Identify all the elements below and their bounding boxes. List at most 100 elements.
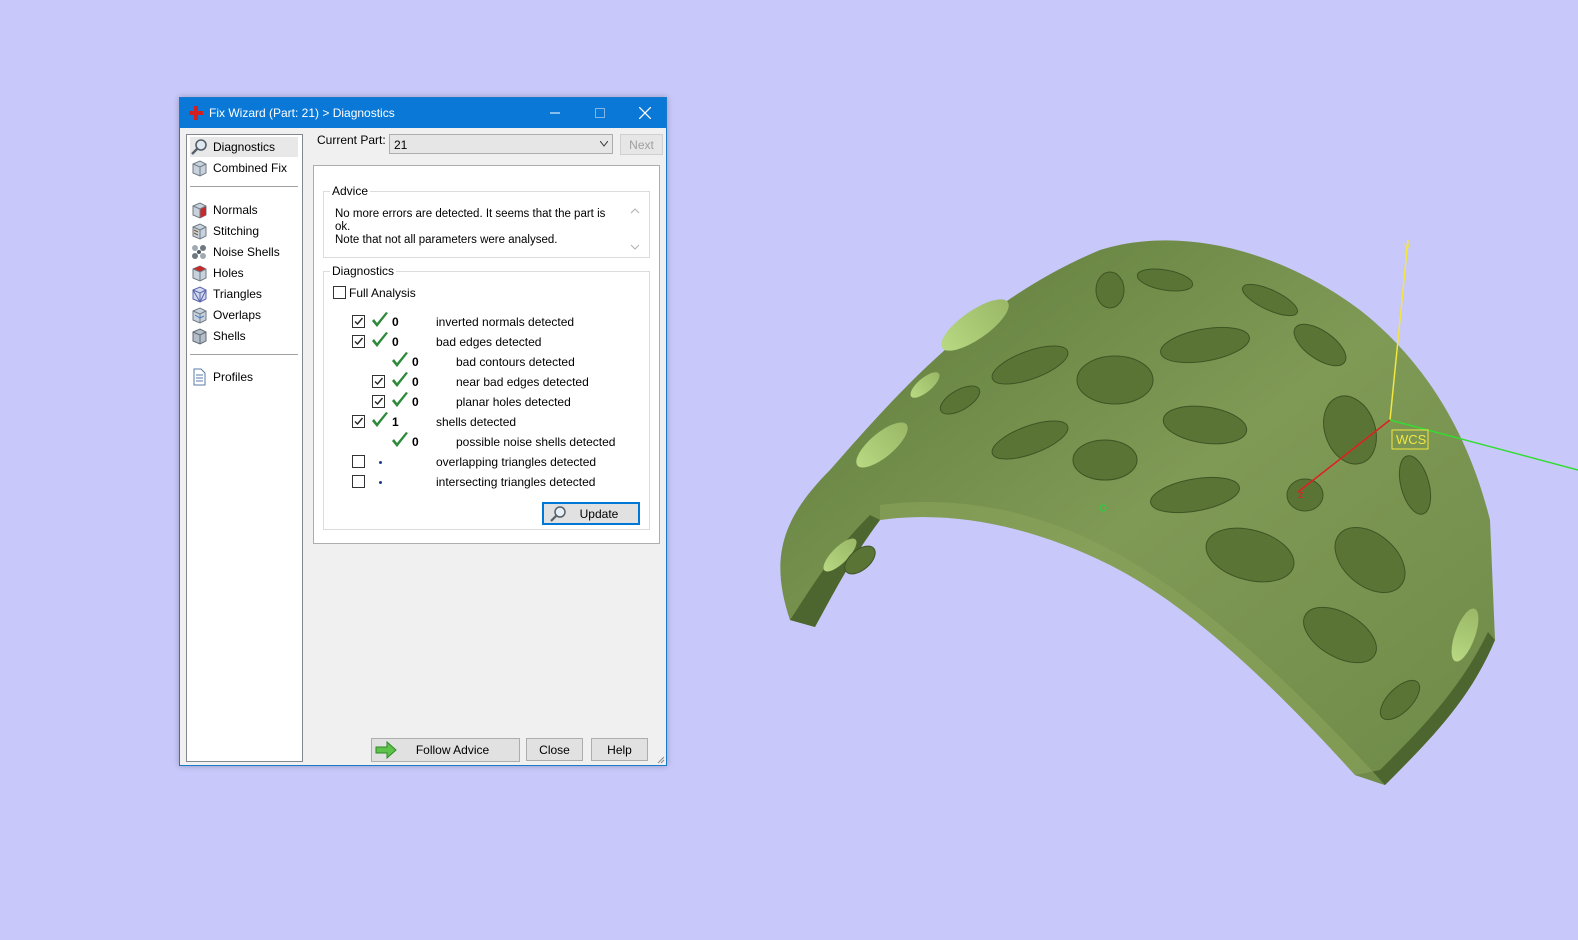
diagnostic-count: 0 [412, 355, 419, 369]
current-part-label: Current Part: [317, 133, 386, 147]
diagnostic-checkbox[interactable] [352, 415, 365, 428]
axis-y-label: y [1404, 239, 1410, 253]
sidebar-item-label: Stitching [213, 224, 260, 238]
cube-icon [192, 160, 207, 177]
follow-advice-button[interactable]: Follow Advice [371, 738, 520, 762]
diagnostic-label: planar holes detected [456, 395, 571, 409]
diagnostics-group-title: Diagnostics [330, 264, 397, 278]
chevron-down-icon [600, 141, 608, 147]
wizard-sidebar: Diagnostics Combined Fix Normals Stitchi… [186, 134, 303, 762]
close-window-button[interactable] [622, 98, 667, 128]
advice-scrollbar[interactable] [629, 206, 641, 252]
sidebar-item-shells[interactable]: Shells [190, 326, 298, 346]
fix-wizard-window[interactable]: Fix Wizard (Part: 21) > Diagnostics Diag… [179, 97, 667, 766]
diagnostic-count: 1 [392, 415, 399, 429]
minimize-button[interactable] [532, 98, 577, 128]
diagnostic-checkbox[interactable] [352, 475, 365, 488]
sidebar-item-label: Profiles [213, 370, 254, 384]
sidebar-separator [190, 354, 298, 355]
sidebar-item-label: Noise Shells [213, 245, 280, 259]
diagnostic-count: 0 [392, 315, 399, 329]
sidebar-item-triangles[interactable]: Triangles [190, 284, 298, 304]
sidebar-item-normals[interactable]: Normals [190, 200, 298, 220]
sidebar-item-noise-shells[interactable]: Noise Shells [190, 242, 298, 262]
diagnostic-checkbox[interactable] [352, 315, 365, 328]
magnifier-icon [191, 139, 207, 155]
diagnostics-group: Diagnostics Full Analysis 0 inverted norm… [323, 264, 650, 530]
normals-cube-icon [192, 202, 207, 219]
diagnostic-checkbox[interactable] [372, 395, 385, 408]
magnifier-icon [550, 506, 566, 522]
holes-cube-icon [192, 265, 207, 282]
diagnostic-label: bad contours detected [456, 355, 575, 369]
next-button-label: Next [629, 137, 654, 152]
sidebar-item-profiles[interactable]: Profiles [190, 367, 298, 387]
diagnostic-label: bad edges detected [436, 335, 542, 349]
diagnostic-label: shells detected [436, 415, 517, 429]
diagnostic-label: possible noise shells detected [456, 435, 616, 449]
minimize-icon [549, 112, 560, 114]
full-analysis-label: Full Analysis [349, 286, 416, 300]
diagnostic-label: inverted normals detected [436, 315, 575, 329]
checkmark-icon [354, 337, 364, 346]
sidebar-item-holes[interactable]: Holes [190, 263, 298, 283]
update-button[interactable]: Update [542, 502, 640, 525]
triangles-cube-icon [192, 286, 207, 303]
diagnostic-label: overlapping triangles detected [436, 455, 597, 469]
resize-grip-icon[interactable] [655, 754, 665, 764]
stitching-cube-icon [192, 223, 207, 240]
sidebar-item-label: Diagnostics [213, 140, 276, 154]
green-arrow-icon [375, 741, 397, 759]
diagnostic-checkbox[interactable] [372, 375, 385, 388]
wcs-label: WCS [1396, 432, 1427, 447]
close-button[interactable]: Close [526, 738, 583, 761]
sidebar-item-combined-fix[interactable]: Combined Fix [190, 158, 298, 178]
green-check-icon [392, 352, 408, 367]
advice-group: Advice No more errors are detected. It s… [323, 184, 650, 258]
diagnostic-label: near bad edges detected [456, 375, 589, 389]
update-button-label: Update [579, 506, 619, 521]
close-icon [638, 107, 651, 119]
mesh-part-model[interactable] [780, 240, 1495, 786]
sidebar-item-label: Overlaps [213, 308, 262, 322]
app-cross-icon [189, 106, 203, 120]
diagnostic-checkbox[interactable] [352, 335, 365, 348]
green-check-icon [392, 432, 408, 447]
close-button-label: Close [539, 742, 570, 757]
maximize-icon [594, 108, 605, 118]
sidebar-item-stitching[interactable]: Stitching [190, 221, 298, 241]
diagnostic-label: intersecting triangles detected [436, 475, 596, 489]
axis-z-label: z [1298, 489, 1304, 501]
green-check-icon [372, 332, 388, 347]
next-button[interactable]: Next [620, 134, 663, 155]
advice-line-2: Note that not all parameters were analys… [335, 234, 558, 246]
full-analysis-checkbox[interactable] [333, 286, 346, 299]
checkmark-icon [374, 397, 384, 406]
sidebar-item-label: Combined Fix [213, 161, 288, 175]
follow-advice-label: Follow Advice [415, 743, 490, 757]
sidebar-item-diagnostics[interactable]: Diagnostics [190, 137, 298, 157]
title-bar[interactable]: Fix Wizard (Part: 21) > Diagnostics [180, 98, 666, 128]
window-title: Fix Wizard (Part: 21) > Diagnostics [209, 106, 395, 120]
green-check-icon [372, 312, 388, 327]
checkmark-icon [354, 317, 364, 326]
sidebar-item-label: Triangles [213, 287, 262, 301]
advice-group-title: Advice [330, 184, 371, 198]
diagnostic-checkbox[interactable] [352, 455, 365, 468]
sidebar-item-overlaps[interactable]: Overlaps [190, 305, 298, 325]
noise-shells-icon [192, 245, 206, 259]
green-check-icon [392, 392, 408, 407]
document-icon [193, 368, 206, 386]
maximize-button[interactable] [577, 98, 622, 128]
sidebar-item-label: Normals [213, 203, 258, 217]
not-analysed-bullet [379, 481, 382, 484]
green-check-icon [372, 412, 388, 427]
diagnostic-count: 0 [392, 335, 399, 349]
checkmark-icon [374, 377, 384, 386]
sidebar-item-label: Shells [213, 329, 246, 343]
shells-cube-icon [192, 328, 207, 345]
current-part-select[interactable]: 21 [389, 134, 613, 154]
help-button[interactable]: Help [591, 738, 648, 761]
diagnostic-count: 0 [412, 395, 419, 409]
green-check-icon [392, 372, 408, 387]
